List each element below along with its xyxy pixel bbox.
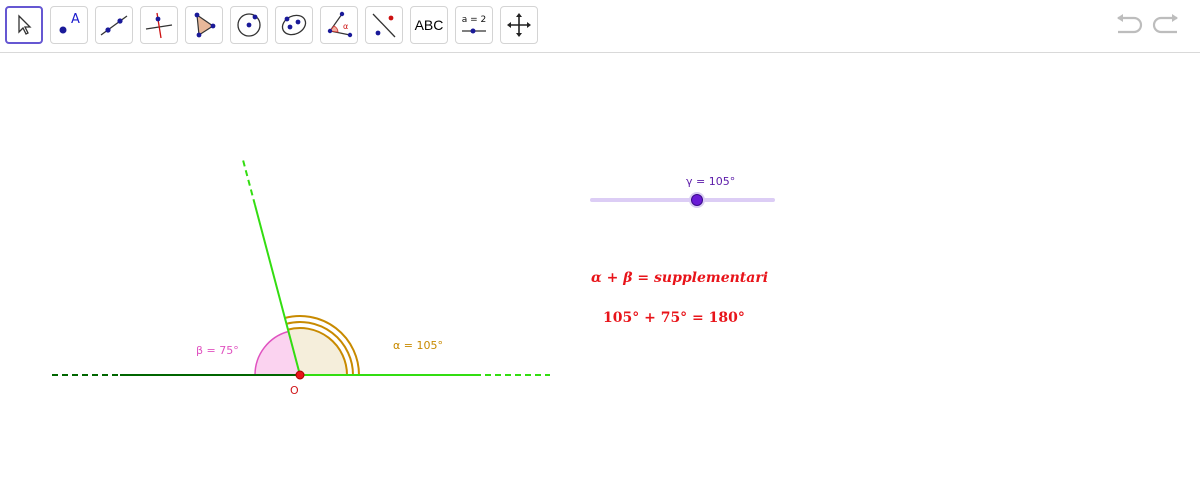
point-tool-button[interactable]: A xyxy=(50,6,88,44)
line-through-points-icon xyxy=(99,11,129,39)
point-icon: A xyxy=(54,11,84,39)
text-icon: ABC xyxy=(414,17,444,33)
ellipse-tool-button[interactable] xyxy=(275,6,313,44)
slider-knob[interactable] xyxy=(691,194,703,206)
perpendicular-line-tool-button[interactable] xyxy=(140,6,178,44)
slider-tool-button[interactable]: a = 2 xyxy=(455,6,493,44)
move-tool-button[interactable] xyxy=(5,6,43,44)
circle-center-point-tool-button[interactable] xyxy=(230,6,268,44)
text-tool-button[interactable]: ABC xyxy=(410,6,448,44)
equation-supplementary: α + β = supplementari xyxy=(591,270,769,286)
rotated-ray-extension xyxy=(242,159,256,206)
slider-label: γ = 105° xyxy=(686,175,736,188)
slider-tool-label: a = 2 xyxy=(462,15,487,25)
toolbar: A α ABC a = 2 xyxy=(0,0,1200,53)
point-o[interactable] xyxy=(295,370,305,380)
move-view-tool-button[interactable] xyxy=(500,6,538,44)
redo-icon xyxy=(1151,13,1181,39)
move-arrows-icon xyxy=(506,12,532,38)
circle-center-icon xyxy=(234,11,264,39)
angle-tool-symbol: α xyxy=(343,22,348,31)
ellipse-icon xyxy=(279,11,309,39)
polygon-tool-button[interactable] xyxy=(185,6,223,44)
undo-icon xyxy=(1114,13,1144,39)
slider-icon: a = 2 xyxy=(459,11,489,39)
angle-tool-button[interactable]: α xyxy=(320,6,358,44)
perpendicular-line-icon xyxy=(144,11,174,39)
point-o-label: O xyxy=(290,384,299,397)
reflect-tool-button[interactable] xyxy=(365,6,403,44)
point-tool-letter: A xyxy=(71,12,80,27)
line-tool-button[interactable] xyxy=(95,6,133,44)
reflect-line-icon xyxy=(369,11,399,39)
arrow-pointer-icon xyxy=(14,14,34,36)
polygon-icon xyxy=(189,11,219,39)
redo-button[interactable] xyxy=(1150,12,1182,40)
equation-sum: 105° + 75° = 180° xyxy=(603,310,745,326)
undo-button[interactable] xyxy=(1113,12,1145,40)
angle-icon: α xyxy=(324,11,354,39)
alpha-angle-label: α = 105° xyxy=(393,339,443,352)
beta-angle-label: β = 75° xyxy=(196,344,239,357)
